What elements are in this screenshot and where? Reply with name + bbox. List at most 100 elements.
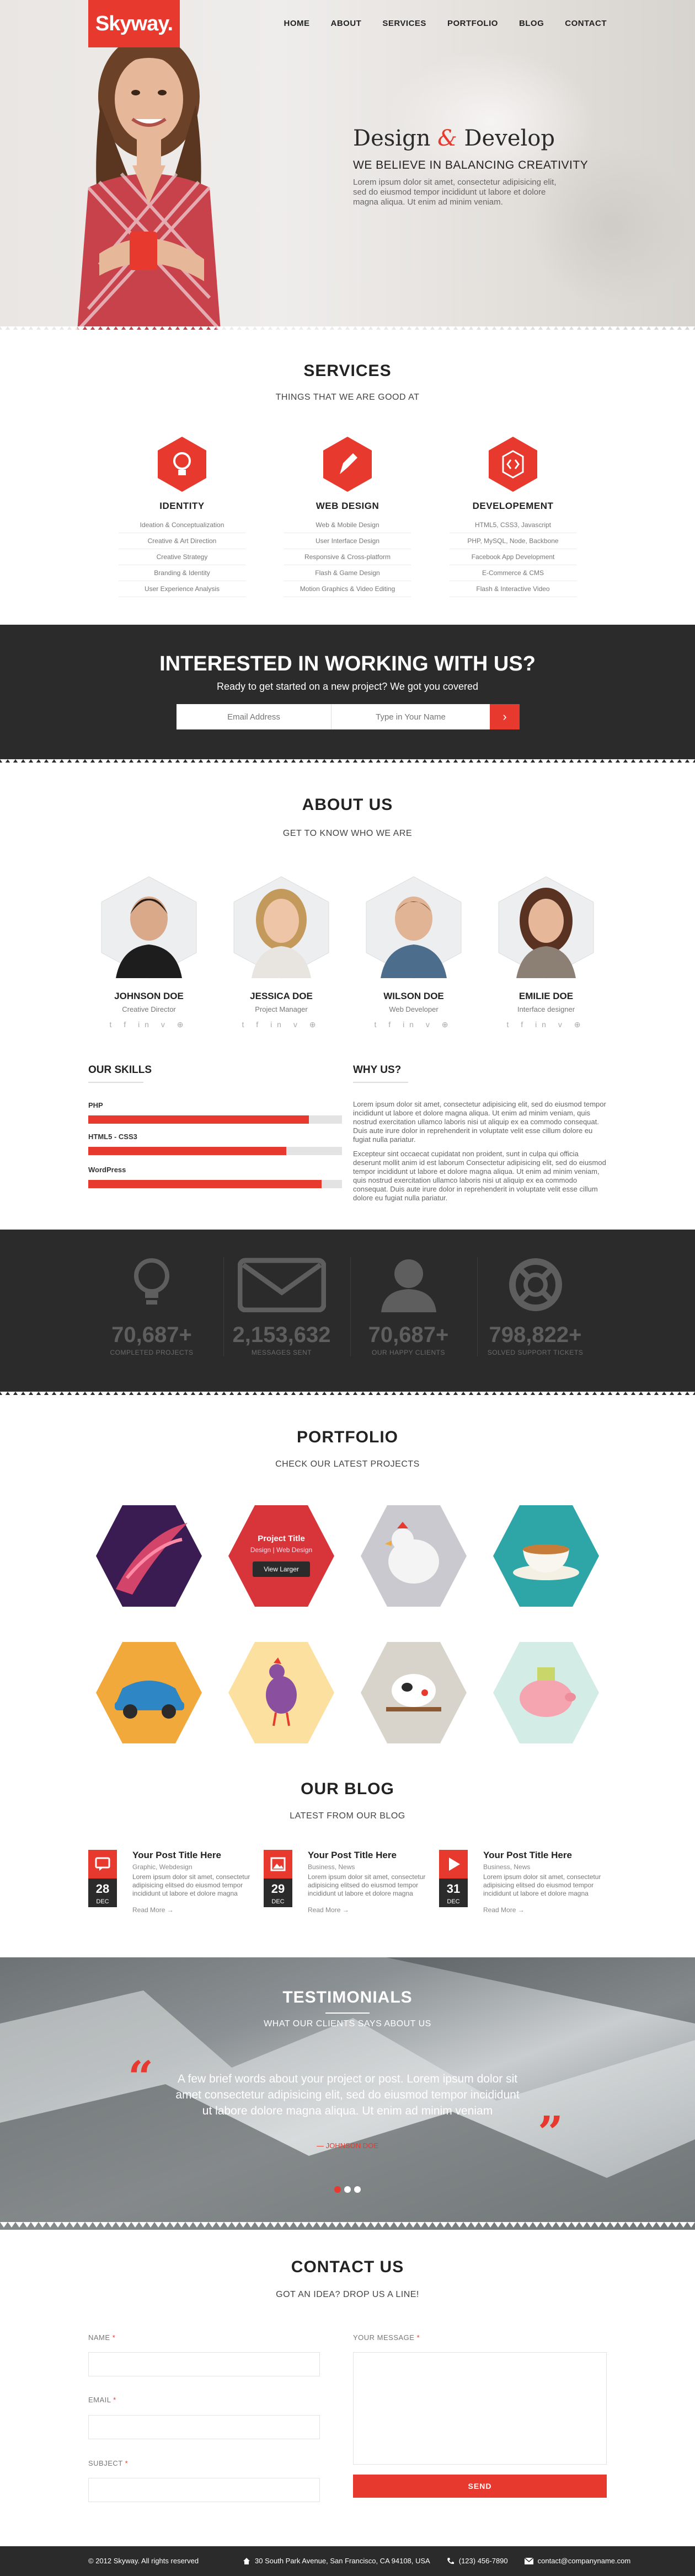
stat-number: 798,822+ [489,1323,582,1347]
portfolio-item-teacup[interactable] [491,1501,601,1611]
contact-title: CONTACT US [291,2258,404,2276]
hero-title-amp: & [437,126,457,151]
nav-contact[interactable]: CONTACT [565,19,607,28]
name-label: NAME * [88,2333,115,2342]
mail-icon [524,2557,533,2564]
testimonial-author: — JOHNSON DOE [317,2142,378,2150]
pagination-dot[interactable] [334,2186,341,2193]
list-item: HTML5, CSS3, Javascript [450,517,576,533]
blog-post[interactable]: 31 DEC Your Post Title Here Business, New… [439,1850,610,1922]
team-member: JOHNSON DOE Creative Director t f in v ⊕ [99,876,199,1029]
skills-title: OUR SKILLS [88,1064,152,1076]
blog-post[interactable]: 29 DEC Your Post Title Here Business, New… [264,1850,435,1922]
hero-subtitle: WE BELIEVE IN BALANCING CREATIVITY [353,159,589,171]
team-role: Creative Director [122,1005,176,1013]
footer-email[interactable]: contact@companyname.com [524,2557,631,2565]
social-icons[interactable]: t f in v ⊕ [496,1020,596,1029]
read-more-link[interactable]: Read More → [308,1906,349,1914]
list-item: User Experience Analysis [119,581,245,597]
blog-post-title[interactable]: Your Post Title Here [308,1850,397,1861]
home-icon [243,2557,250,2564]
nav-about[interactable]: ABOUT [331,19,362,28]
hero-title-develop: Develop [464,126,555,151]
nav-portfolio[interactable]: PORTFOLIO [447,19,498,28]
nav-services[interactable]: SERVICES [382,19,426,28]
blog-post-meta: Business, News [483,1863,531,1871]
social-icons[interactable]: t f in v ⊕ [364,1020,463,1029]
view-larger-button[interactable]: View Larger [253,1561,310,1577]
team-member: EMILIE DOE Interface designer t f in v ⊕ [496,876,596,1029]
blog-post-meta: Graphic, Webdesign [132,1863,193,1871]
skill-label: HTML5 - CSS3 [88,1133,137,1141]
pagination-dot[interactable] [354,2186,361,2193]
team-name: JESSICA DOE [250,991,313,1001]
email-field[interactable] [88,2415,320,2439]
blog-date: 28 DEC [88,1879,117,1907]
footer-email-text: contact@companyname.com [537,2557,631,2565]
stat-label: SOLVED SUPPORT TICKETS [487,1349,584,1356]
list-item: Creative Strategy [119,549,245,565]
nav-blog[interactable]: BLOG [519,19,544,28]
blog-post[interactable]: 28 DEC Your Post Title Here Graphic, Webd… [88,1850,259,1922]
cta-submit-button[interactable]: › [490,704,520,729]
blog-post-title[interactable]: Your Post Title Here [483,1850,572,1861]
portfolio-subtitle: CHECK OUR LATEST PROJECTS [275,1459,420,1469]
phone-icon [447,2557,454,2564]
contact-subtitle: GOT AN IDEA? DROP US A LINE! [276,2290,419,2299]
logo[interactable]: Skyway. [88,0,180,47]
avatar [366,876,462,979]
portfolio-item-project-hover[interactable]: Project Title Design | Web Design View L… [226,1501,336,1611]
code-icon [489,437,537,492]
hero-zigzag-edge [0,326,695,334]
read-more-link[interactable]: Read More → [483,1906,525,1914]
social-icons[interactable]: t f in v ⊕ [99,1020,199,1029]
stat-label: MESSAGES SENT [251,1349,312,1356]
name-field[interactable] [88,2352,320,2376]
stat-label: COMPLETED PROJECTS [110,1349,194,1356]
cta-name-input[interactable] [331,704,490,729]
nav-home[interactable]: HOME [284,19,310,28]
read-more-link[interactable]: Read More → [132,1906,174,1914]
blog-post-title[interactable]: Your Post Title Here [132,1850,221,1861]
pagination-dot[interactable] [344,2186,351,2193]
subject-label: SUBJECT * [88,2459,128,2467]
list-item: E-Commerce & CMS [450,565,576,581]
footer-phone: (123) 456-7890 [447,2557,508,2565]
blog-subtitle: LATEST FROM OUR BLOG [290,1811,405,1821]
about-title: ABOUT US [302,796,393,814]
portfolio-item-rooster[interactable] [226,1638,336,1748]
send-button[interactable]: SEND [353,2475,607,2498]
service-list: HTML5, CSS3, Javascript PHP, MySQL, Node… [450,517,576,597]
name-label-text: NAME [88,2333,110,2342]
hero-title-design: Design [353,126,431,151]
blog-month: DEC [271,1898,285,1905]
cta-section [0,625,695,763]
portfolio-item-blue-car[interactable] [94,1638,204,1748]
required-mark: * [416,2333,420,2342]
list-item: PHP, MySQL, Node, Backbone [450,533,576,549]
image-icon [264,1850,292,1879]
quote-open-icon: “ [128,2051,154,2103]
subject-field[interactable] [88,2478,320,2502]
avatar [101,876,197,979]
message-field[interactable] [353,2352,607,2465]
message-label: YOUR MESSAGE * [353,2333,420,2342]
social-icons[interactable]: t f in v ⊕ [232,1020,331,1029]
portfolio-item-cow-character[interactable] [359,1638,469,1748]
portfolio-hover-title: Project Title [258,1534,305,1543]
blog-post-excerpt: Lorem ipsum dolor sit amet, consectetur … [308,1873,426,1897]
blog-month: DEC [96,1898,109,1905]
portfolio-item-chicken-illustration[interactable] [359,1501,469,1611]
skill-bar [88,1147,342,1155]
cta-email-input[interactable] [177,704,331,729]
email-label-text: EMAIL [88,2396,111,2404]
hero-text: Lorem ipsum dolor sit amet, consectetur … [353,178,557,207]
service-web-design: WEB DESIGN Web & Mobile Design User Inte… [284,436,411,597]
blog-date: 29 DEC [264,1879,292,1907]
list-item: Flash & Interactive Video [450,581,576,597]
list-item: Flash & Game Design [284,565,411,581]
stat-tickets: 798,822+ SOLVED SUPPORT TICKETS [477,1257,593,1356]
portfolio-item-abstract-art[interactable] [94,1501,204,1611]
portfolio-item-piggy-bank[interactable] [491,1638,601,1748]
footer-contact-info: 30 South Park Avenue, San Francisco, CA … [243,2557,630,2565]
